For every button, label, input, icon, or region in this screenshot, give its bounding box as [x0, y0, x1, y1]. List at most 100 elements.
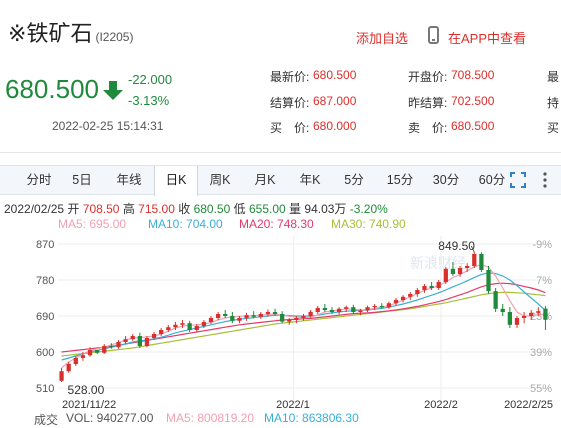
- candle-body: [536, 311, 541, 313]
- candle-body: [102, 346, 107, 353]
- y-tick-label: 690: [36, 311, 54, 323]
- candle-body: [308, 312, 313, 316]
- candle-body: [379, 306, 384, 308]
- candle-body: [336, 308, 342, 312]
- contract-name: 铁矿石: [26, 21, 93, 46]
- volume-value: VOL: 940277.00: [66, 411, 154, 425]
- candle-body: [208, 318, 214, 322]
- candle-body: [514, 318, 520, 325]
- high-annotation: 849.50: [438, 239, 475, 253]
- summary-volume-label: 量: [289, 202, 302, 216]
- candle-body: [166, 327, 171, 330]
- candle-body: [244, 315, 249, 318]
- candle-body: [372, 306, 377, 308]
- candle-body: [187, 323, 192, 330]
- truncated-label-2: 持: [547, 96, 560, 110]
- y-tick-label: 780: [36, 275, 54, 287]
- tab-30min[interactable]: 30分: [426, 166, 466, 194]
- x-tick-label: 2022/2/25: [504, 399, 553, 411]
- x-tick-label: 2022/2: [424, 399, 458, 411]
- candle-body: [344, 307, 349, 309]
- section-divider: [0, 152, 561, 153]
- price-change: -22.000: [128, 72, 173, 87]
- candle-body: [521, 316, 527, 318]
- candle-body: [529, 312, 534, 316]
- tab-daily-k[interactable]: 日K: [154, 166, 198, 196]
- candle-body: [365, 307, 370, 311]
- candle-body: [408, 294, 413, 297]
- title-prefix: ※: [8, 21, 27, 46]
- candle-body: [486, 270, 491, 292]
- candle-body: [215, 314, 221, 318]
- summary-open-label: 开: [67, 202, 80, 216]
- candle-body: [429, 286, 434, 288]
- candle-body: [258, 314, 263, 317]
- candle-body: [287, 320, 292, 322]
- candle-body: [251, 315, 256, 317]
- prev-settle-value: 702.500: [451, 94, 495, 108]
- candle-body: [237, 318, 242, 321]
- settle-price-label: 结算价:: [270, 96, 310, 110]
- latest-price-label: 最新价:: [270, 70, 310, 84]
- candle-body: [472, 254, 477, 266]
- volume-label: 成交: [34, 413, 59, 427]
- pct-tick-label: 55%: [530, 383, 552, 395]
- tab-weekly-k[interactable]: 周K: [200, 166, 240, 194]
- candle-body: [443, 268, 448, 282]
- volume-ma5: MA5: 800819.20: [166, 411, 255, 425]
- truncated-label-1: 最: [547, 70, 560, 84]
- candle-body: [151, 334, 157, 338]
- phone-icon: [428, 26, 439, 44]
- summary-low-label: 低: [233, 202, 246, 216]
- add-watchlist-button[interactable]: 添加自选: [356, 28, 408, 47]
- tab-5day[interactable]: 5日: [64, 166, 100, 194]
- bid-price-label: 买 价:: [270, 121, 310, 135]
- open-in-app-link[interactable]: 在APP中查看: [448, 28, 526, 47]
- tab-yearly-k[interactable]: 年K: [290, 166, 330, 194]
- open-price-value: 708.500: [451, 68, 495, 82]
- summary-close-label: 收: [178, 202, 191, 216]
- candle-body: [393, 300, 399, 304]
- candle-body: [493, 291, 498, 309]
- more-options-icon[interactable]: [540, 171, 550, 189]
- tab-5min[interactable]: 5分: [336, 166, 372, 194]
- candle-body: [294, 318, 299, 320]
- y-tick-label: 870: [36, 239, 54, 251]
- candle-body: [351, 307, 356, 312]
- volume-ma10: MA10: 863806.30: [264, 411, 359, 425]
- candle-body: [507, 312, 512, 325]
- ask-price-label: 卖 价:: [408, 121, 448, 135]
- price-change-percent: -3.13%: [128, 93, 170, 108]
- summary-low: 655.00: [248, 202, 286, 216]
- candle-body: [329, 310, 335, 312]
- bid-price-value: 680.000: [313, 119, 357, 133]
- fullscreen-icon[interactable]: [510, 172, 526, 188]
- tab-year-line[interactable]: 年线: [108, 166, 150, 194]
- candle-body: [322, 308, 327, 310]
- y-tick-label: 510: [36, 383, 54, 395]
- candle-body: [400, 296, 406, 300]
- ask-price-value: 680.500: [451, 119, 495, 133]
- candle-body: [415, 290, 420, 294]
- candle-body: [159, 330, 164, 334]
- candle-body: [223, 314, 228, 316]
- candle-body: [450, 268, 456, 274]
- pct-tick-label: -9%: [532, 239, 552, 251]
- last-price: 680.500: [5, 74, 99, 104]
- tab-monthly-k[interactable]: 月K: [245, 166, 285, 194]
- tab-intraday[interactable]: 分时: [20, 166, 58, 194]
- settle-price-value: 687.000: [313, 94, 357, 108]
- tab-60min[interactable]: 60分: [472, 166, 512, 194]
- kline-chart[interactable]: 510 55% 600 39% 690 23% 780 7% 870 -9% 新浪财经 849.50 5…: [0, 228, 561, 424]
- candle-body: [73, 358, 78, 364]
- low-annotation: 528.00: [68, 383, 105, 397]
- candle-body: [87, 350, 93, 356]
- tab-15min[interactable]: 15分: [380, 166, 420, 194]
- summary-high: 715.00: [138, 202, 175, 216]
- watermark: 新浪财经: [410, 255, 466, 271]
- candle-body: [66, 364, 71, 372]
- candle-body: [272, 312, 278, 314]
- contract-title: ※铁矿石 (I2205): [8, 16, 133, 48]
- candle-body: [123, 339, 128, 342]
- open-price-label: 开盘价:: [408, 70, 448, 84]
